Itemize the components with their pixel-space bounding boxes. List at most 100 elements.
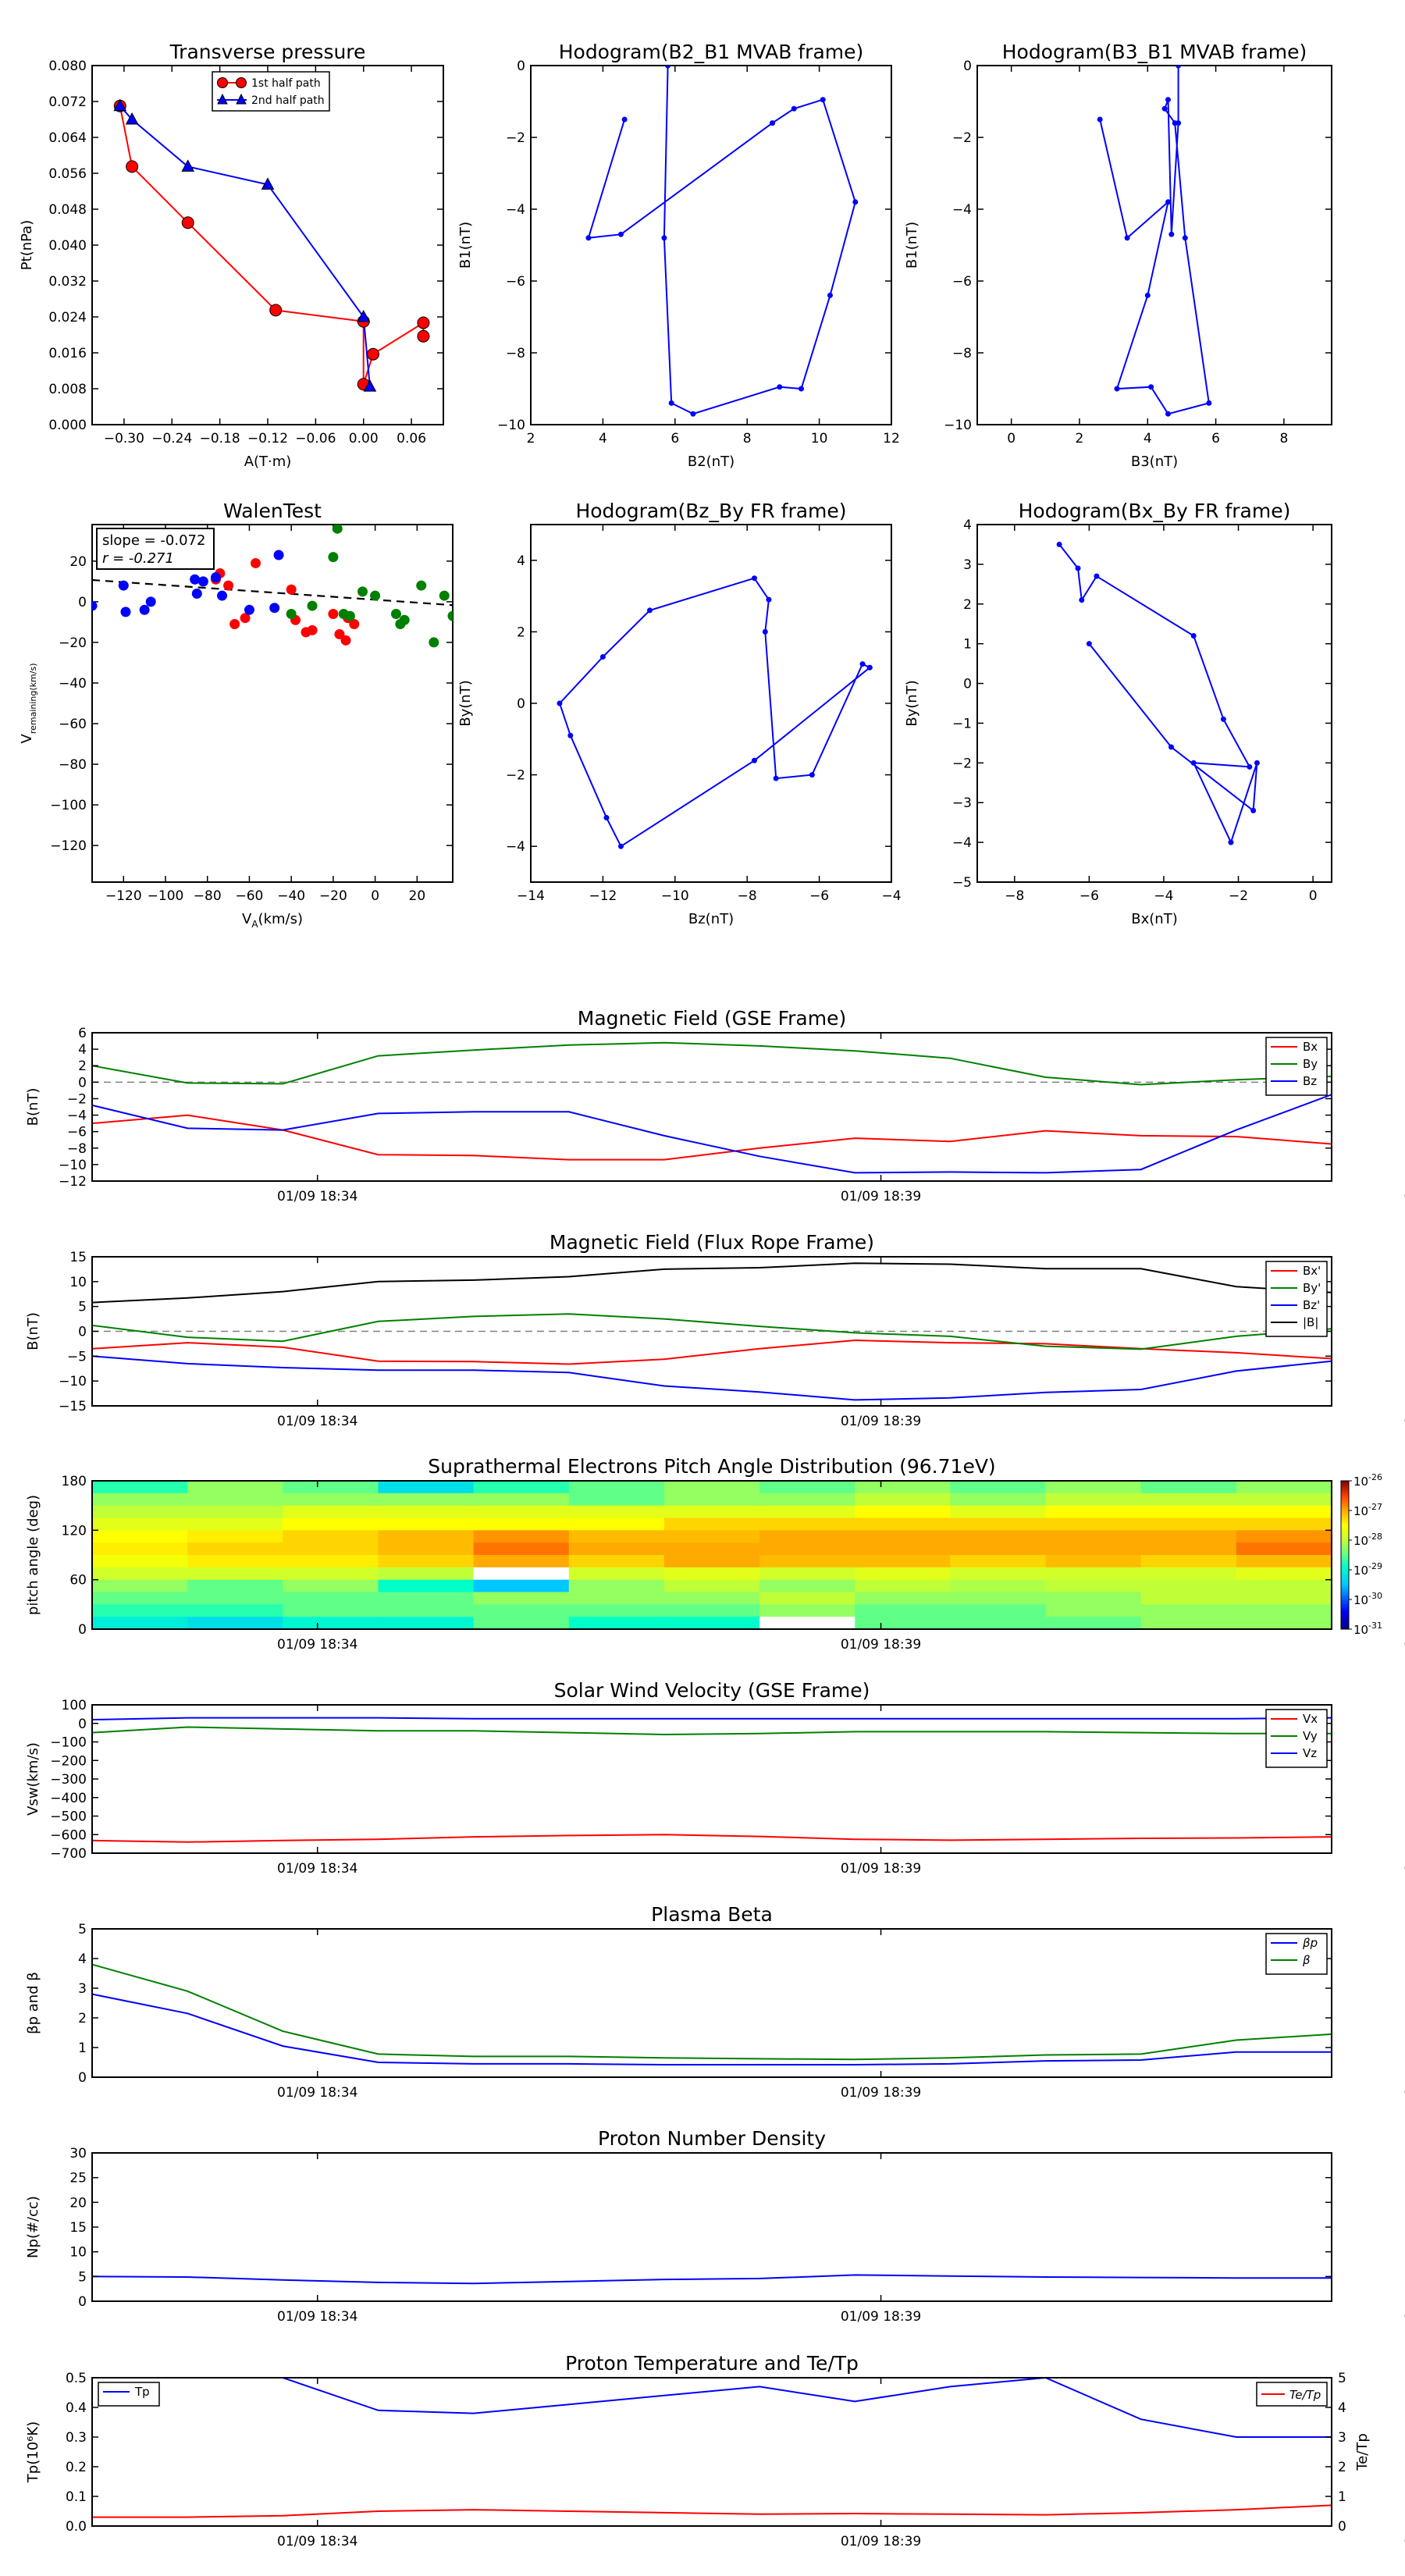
vsw-ytick-tick-label: −700 (50, 1846, 87, 1862)
tp-xtick-tick-label: −0.06 (295, 431, 336, 447)
mag_fr-legend-label: By' (1303, 1281, 1321, 1295)
mag_gse-ytick-tick-label: 2 (78, 1059, 87, 1074)
wt-xtick-tick-label: −120 (105, 888, 142, 904)
h1-point (799, 386, 804, 392)
pad-cell (950, 1542, 1047, 1556)
h2-point (1165, 411, 1171, 417)
wt-point-0 (340, 635, 351, 646)
h2-point (1144, 292, 1151, 298)
np-ytick-tick-label: 5 (78, 2269, 87, 2285)
pad-cell (473, 1505, 570, 1518)
h1-point (690, 411, 696, 417)
pad-cell (568, 1617, 665, 1630)
pad-cell (92, 1517, 188, 1531)
h4-xtick-tick-label: −2 (1229, 888, 1248, 904)
vsw-ytick-tick-label: −100 (50, 1735, 87, 1751)
beta-xtick-tick-label: 01/09 18:39 (841, 2085, 921, 2101)
mag_gse-legend-label: Bx (1303, 1040, 1318, 1054)
h2-point (1114, 386, 1120, 392)
pad-cell (759, 1493, 855, 1507)
h1-point (820, 97, 826, 103)
wt-ytick-tick-label: −40 (59, 676, 87, 692)
pad-cell (1236, 1579, 1332, 1592)
h4-ytick-tick-label: −1 (952, 716, 972, 731)
pad-colorbar-exponent: -30 (1368, 1591, 1382, 1601)
np-ytick-tick-label: 20 (69, 2195, 87, 2211)
pad-cell (283, 1604, 379, 1617)
pad-cell (950, 1481, 1047, 1494)
pad-cell (663, 1530, 760, 1543)
pad-cell (1045, 1530, 1142, 1543)
h1-ytick-tick-label: −6 (506, 274, 525, 290)
pad-cell (568, 1542, 665, 1556)
mag_gse-ytick-tick-label: −12 (59, 1174, 87, 1190)
pad-cell (378, 1579, 475, 1592)
pad-xtick-tick-label: 01/09 18:39 (841, 1637, 921, 1653)
h4-xtick-tick-label: 0 (1309, 888, 1318, 904)
pad-cell (187, 1617, 283, 1630)
pad-cell (378, 1542, 475, 1556)
pad-cell (1140, 1517, 1237, 1531)
h3-ytick-tick-label: 4 (517, 553, 525, 569)
h2-point (1168, 231, 1175, 237)
h4-ytick-tick-label: 1 (963, 637, 972, 653)
pad-cell (663, 1592, 760, 1605)
mag_gse-ytick-tick-label: 0 (78, 1075, 87, 1091)
h4-title: Hodogram(Bx_By FR frame) (1019, 500, 1291, 522)
wt-ytick-tick-label: −60 (59, 717, 87, 732)
pad-cell (92, 1567, 188, 1581)
pad-cell (1140, 1505, 1237, 1518)
pad-ytick-tick-label: 60 (69, 1573, 87, 1589)
vsw-ylabel-main: Vsw(km/s) (25, 1742, 41, 1816)
h2-xtick-tick-label: 6 (1211, 431, 1220, 447)
pad-cell (378, 1555, 475, 1568)
pad-cell (1236, 1592, 1332, 1605)
h2-ytick-tick-label: 0 (963, 59, 972, 74)
pad-cell (1045, 1493, 1142, 1507)
wt-point-0 (328, 609, 339, 619)
h4-ylabel-main: By(nT) (904, 680, 920, 726)
pad-cell (1045, 1517, 1142, 1531)
wt-point-1 (244, 604, 254, 615)
h3-point (809, 772, 815, 778)
h4-ytick-tick-label: −5 (952, 875, 972, 891)
pad-cell (568, 1592, 665, 1605)
pad-cell (378, 1567, 475, 1581)
vsw-ytick-tick-label: −300 (50, 1772, 87, 1788)
beta-ytick-tick-label: 1 (78, 2041, 87, 2056)
tp-marker-circle (269, 304, 283, 317)
np-ytick-tick-label: 10 (69, 2245, 87, 2261)
pad-cell (1236, 1481, 1332, 1494)
h1-point (791, 105, 797, 112)
h2-ytick-tick-label: −2 (952, 130, 972, 146)
h2-point (1182, 235, 1188, 241)
pad-cell (663, 1567, 760, 1581)
mag_gse-ytick-tick-label: 6 (78, 1026, 87, 1041)
h2-xtick-tick-label: 0 (1007, 431, 1016, 447)
wt-point-0 (307, 624, 318, 635)
np-ylabel: Np(#/cc) (25, 2196, 41, 2258)
pad-cell (855, 1604, 951, 1617)
np-xtick-tick-label: 01/09 18:39 (841, 2309, 921, 2325)
h2-point (1206, 400, 1212, 406)
pad-cell (1045, 1567, 1142, 1581)
tp_ratio-ytick-tick-label: 0.5 (66, 2371, 87, 2386)
tp-marker-circle (181, 216, 194, 229)
wt-point-2 (390, 609, 401, 619)
h2-ytick-tick-label: −6 (952, 274, 972, 290)
mag_gse-xtick-tick-label: 01/09 18:34 (277, 1189, 357, 1204)
tp_ratio-ytick-right-label: 3 (1338, 2430, 1346, 2446)
pad-cell (378, 1592, 475, 1605)
pad-cell (187, 1505, 283, 1518)
wt-xlabel-unit: (km/s) (258, 911, 303, 927)
tp-title: Transverse pressure (169, 41, 366, 63)
pad-cell (855, 1555, 951, 1568)
h2-ylabel-main: B1(nT) (904, 222, 920, 269)
mag_fr-ytick-tick-label: 0 (78, 1325, 87, 1340)
pad-cell (1045, 1542, 1142, 1556)
pad-colorbar-label: 10 (1353, 1564, 1368, 1578)
h4-ytick-tick-label: 3 (963, 557, 972, 573)
pad-ylabel-main: pitch angle (deg) (25, 1495, 41, 1615)
np-xtick-tick-label: 01/09 18:34 (277, 2309, 357, 2325)
tp-xtick-tick-label: −0.18 (200, 431, 240, 447)
